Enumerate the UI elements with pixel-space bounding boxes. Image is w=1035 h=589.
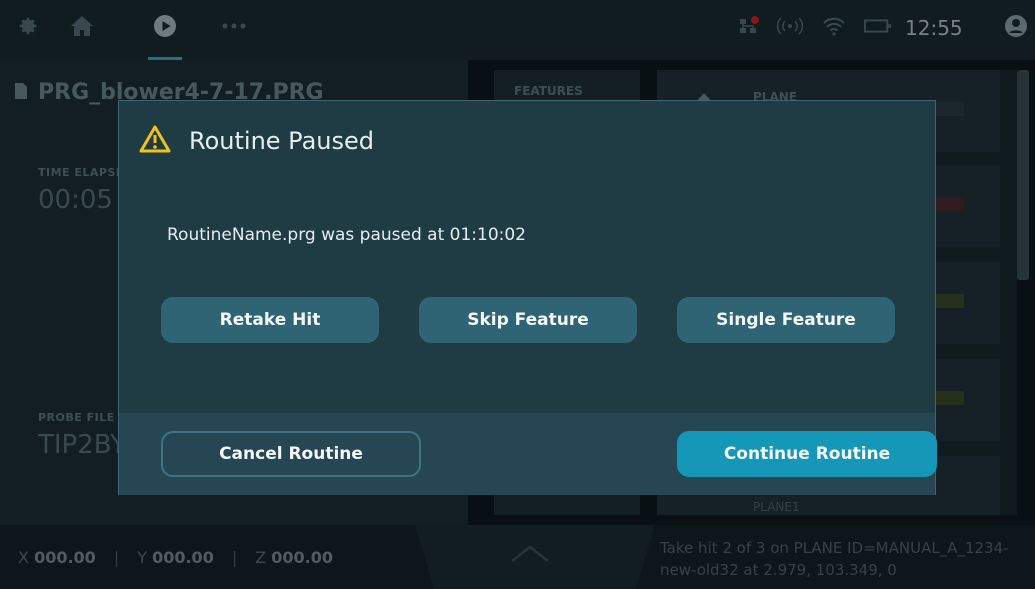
dialog-message: RoutineName.prg was paused at 01:10:02 xyxy=(167,225,526,245)
continue-routine-button[interactable]: Continue Routine xyxy=(677,431,937,477)
cancel-routine-button[interactable]: Cancel Routine xyxy=(161,431,421,477)
skip-feature-button[interactable]: Skip Feature xyxy=(419,297,637,343)
routine-paused-dialog: Routine Paused RoutineName.prg was pause… xyxy=(118,100,937,495)
dialog-footer: Cancel Routine Continue Routine xyxy=(119,413,937,495)
single-feature-button[interactable]: Single Feature xyxy=(677,297,895,343)
warning-icon xyxy=(139,125,171,157)
dialog-title: Routine Paused xyxy=(189,127,374,155)
retake-hit-button[interactable]: Retake Hit xyxy=(161,297,379,343)
